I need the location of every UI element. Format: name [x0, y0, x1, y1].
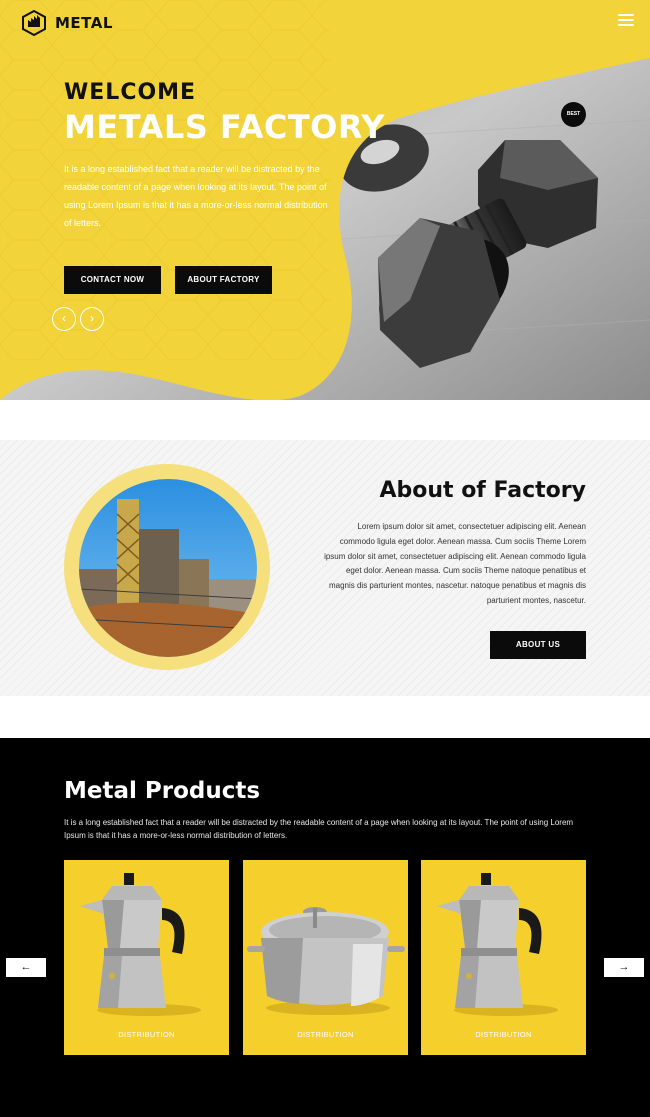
about-us-button[interactable]: ABOUT US — [490, 631, 586, 659]
hamburger-icon[interactable] — [618, 14, 634, 28]
products-section: Metal Products It is a long established … — [0, 738, 650, 1117]
about-text: Lorem ipsum dolor sit amet, consectetuer… — [324, 522, 586, 605]
arrow-left-icon[interactable]: ← — [6, 958, 46, 977]
navbar: METAL — [0, 0, 650, 48]
moka-pot-image — [80, 873, 201, 1016]
cooking-pot-image — [247, 907, 405, 1015]
product-card-label: DISTRIBUTION — [297, 1030, 354, 1039]
about-title: About of Factory — [379, 478, 586, 503]
product-card-label: DISTRIBUTION — [118, 1030, 175, 1039]
contact-now-button[interactable]: CONTACT NOW — [64, 266, 161, 294]
products-description: It is a long established fact that a rea… — [64, 818, 574, 840]
product-card[interactable]: DISTRIBUTION — [421, 860, 586, 1055]
product-card[interactable]: DISTRIBUTION — [64, 860, 229, 1055]
about-factory-button[interactable]: ABOUT FACTORY — [175, 266, 272, 294]
hero-section: METAL WELCOME METALS FACTORY It is a lon… — [0, 0, 650, 400]
best-badge: BEST — [561, 102, 586, 127]
about-section: About of Factory Lorem ipsum dolor sit a… — [0, 440, 650, 696]
product-card[interactable]: DISTRIBUTION — [243, 860, 408, 1055]
factory-logo-icon — [22, 9, 46, 37]
arrow-right-icon[interactable]: → — [604, 958, 644, 977]
moka-pot-image — [437, 873, 558, 1016]
product-card-label: DISTRIBUTION — [475, 1030, 532, 1039]
hero-description: It is a long established fact that a rea… — [64, 164, 328, 228]
hero-title: METALS FACTORY — [64, 108, 385, 146]
logo[interactable]: METAL — [20, 9, 113, 37]
chevron-right-icon[interactable]: › — [80, 307, 104, 331]
products-title: Metal Products — [64, 778, 261, 804]
logo-text: METAL — [55, 14, 113, 32]
hero-welcome: WELCOME — [64, 80, 197, 105]
factory-image — [79, 479, 257, 657]
chevron-left-icon[interactable]: ‹ — [52, 307, 76, 331]
